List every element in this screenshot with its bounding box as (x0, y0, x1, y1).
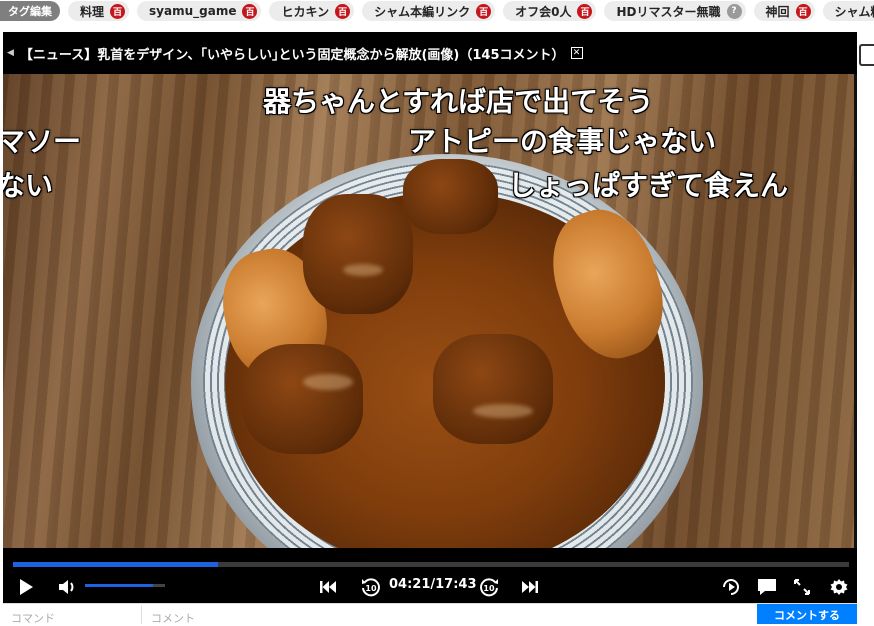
tag-bar: タグ編集 料理 百 syamu_game 百 ヒカキン 百 シャム本編リンク 百… (0, 0, 874, 22)
volume-button[interactable] (57, 577, 79, 597)
tag-item[interactable]: syamu_game 百 (137, 1, 262, 21)
loop-icon (723, 579, 739, 595)
comment-input-row: コマンド コメント コメントする (3, 603, 857, 626)
meat-chunk (433, 334, 553, 444)
tag-label: 神回 (765, 4, 790, 19)
tag-label: syamu_game (149, 4, 237, 18)
volume-icon (59, 580, 74, 594)
meat-chunk (403, 159, 498, 234)
skip-end-icon (522, 581, 538, 593)
comment-toggle-icon (758, 579, 776, 595)
video-title[interactable]: 【ニュース】乳首をデザイン、｢いやらしい｣という固定概念から解放(画像)（145… (20, 44, 565, 63)
dictionary-icon[interactable]: 百 (795, 3, 811, 19)
volume-slider[interactable] (85, 584, 165, 587)
tag-edit-button[interactable]: タグ編集 (0, 1, 60, 21)
sauce-shine (473, 404, 533, 418)
fullscreen-button[interactable] (791, 576, 813, 598)
tag-label: ヒカキン (281, 4, 330, 19)
tag-label: 料理 (80, 4, 105, 19)
video-player[interactable]: ◀ 【ニュース】乳首をデザイン、｢いやらしい｣という固定概念から解放(画像)（1… (3, 32, 857, 603)
player-controls: 10 04:21/17:43 10 (3, 570, 857, 603)
tag-item[interactable]: シャム本編リンク 百 (362, 1, 496, 21)
player-title-bar: ◀ 【ニュース】乳首をデザイン、｢いやらしい｣という固定概念から解放(画像)（1… (3, 32, 857, 74)
tag-item[interactable]: ヒカキン 百 (269, 1, 355, 21)
tag-item[interactable]: HDリマスター無職 ? (604, 1, 746, 21)
meat-chunk (303, 194, 413, 314)
skip-start-icon (320, 581, 336, 593)
svg-text:10: 10 (483, 584, 495, 593)
rewind-10-button[interactable]: 10 (359, 575, 383, 599)
danmaku-comment: しょっぱすぎて食えん (508, 169, 789, 202)
forward-10-button[interactable]: 10 (477, 575, 501, 599)
settings-button[interactable] (827, 575, 851, 599)
seek-bar-fill (13, 562, 218, 567)
comment-input[interactable]: コメント (151, 610, 195, 626)
tag-item[interactable]: 料理 百 (68, 1, 130, 21)
tag-item[interactable]: 神回 百 (753, 1, 815, 21)
forward-10-icon: 10 (480, 578, 498, 597)
comment-toggle-button[interactable] (755, 576, 779, 598)
danmaku-comment: アトピーの食事じゃない (408, 125, 717, 158)
play-button[interactable] (15, 577, 37, 597)
tag-item[interactable]: シャム料理 (822, 1, 874, 21)
dictionary-icon[interactable]: 百 (110, 3, 126, 19)
dictionary-icon[interactable]: 百 (335, 3, 351, 19)
skip-start-button[interactable] (317, 577, 339, 597)
sauce-shine (303, 374, 353, 390)
tag-label: HDリマスター無職 (616, 4, 721, 19)
divider (141, 606, 142, 624)
caret-left-icon[interactable]: ◀ (7, 48, 14, 58)
volume-slider-fill (85, 584, 153, 587)
submit-comment-button[interactable]: コメントする (757, 604, 857, 624)
side-panel-edge (857, 22, 874, 623)
side-panel-toggle[interactable] (859, 44, 874, 66)
rewind-10-icon: 10 (362, 578, 380, 597)
sauce-shine (343, 264, 383, 276)
danmaku-comment: 器ちゃんとすれば店で出てそう (263, 85, 654, 118)
fullscreen-icon (794, 579, 810, 595)
time-display: 04:21/17:43 (389, 577, 477, 592)
dictionary-icon[interactable]: 百 (577, 3, 593, 19)
tag-item[interactable]: オフ会0人 百 (503, 1, 597, 21)
danmaku-comment: ない (3, 169, 54, 202)
settings-icon (830, 579, 848, 595)
skip-end-button[interactable] (519, 577, 541, 597)
tag-label: シャム本編リンク (374, 4, 471, 19)
danmaku-comment: マソー (3, 125, 82, 158)
meat-chunk (243, 344, 363, 454)
video-frame[interactable]: 器ちゃんとすれば店で出てそう アトピーの食事じゃない しょっぱすぎて食えん マソ… (3, 74, 857, 548)
tag-label: オフ会0人 (515, 4, 572, 19)
play-icon (20, 579, 33, 595)
loop-button[interactable] (719, 575, 743, 599)
dictionary-unknown-icon[interactable]: ? (726, 3, 742, 19)
dictionary-icon[interactable]: 百 (476, 3, 492, 19)
svg-text:10: 10 (365, 584, 377, 593)
dictionary-icon[interactable]: 百 (242, 3, 258, 19)
seek-bar[interactable] (13, 562, 849, 567)
command-input[interactable]: コマンド (11, 610, 55, 626)
close-icon[interactable]: ✕ (570, 47, 583, 59)
tag-label: シャム料理 (834, 4, 874, 19)
